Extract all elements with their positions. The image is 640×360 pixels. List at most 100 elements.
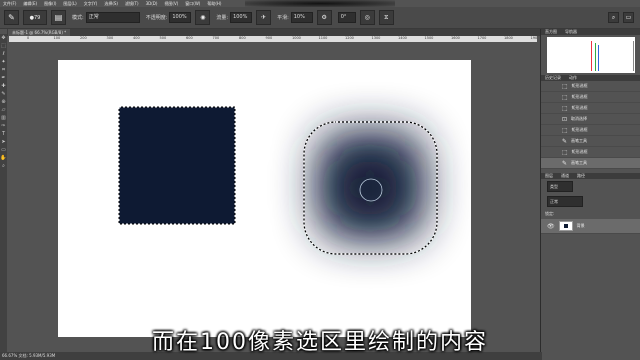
history-item[interactable]: ⬚ 矩形选框 — [541, 92, 640, 103]
history-item[interactable]: ✎ 画笔工具 — [541, 158, 640, 169]
symmetry-icon[interactable]: ⧖ — [378, 10, 394, 25]
menu-item[interactable]: 图像(I) — [44, 1, 56, 7]
airbrush-icon[interactable]: ✈ — [256, 10, 272, 25]
canvas-artwork — [118, 106, 438, 255]
menu-item[interactable]: 文字(Y) — [84, 1, 98, 7]
history-item[interactable]: ✎ 画笔工具 — [541, 136, 640, 147]
video-overlay-blur — [245, 0, 395, 7]
soft-brush-core — [340, 158, 400, 218]
flow-field[interactable]: 100% — [230, 12, 253, 23]
angle-field[interactable]: 0° — [337, 12, 356, 23]
hand-tool-icon[interactable]: ✋ — [0, 154, 7, 162]
document-tab[interactable]: 未标题-1 @ 66.7%(RGB/8) * — [8, 29, 71, 36]
marquee-tool-icon[interactable]: ⬚ — [0, 42, 7, 50]
ruler-tick-label: 1600 — [451, 36, 460, 40]
rect-select-icon: ⬚ — [562, 104, 568, 112]
quick-select-icon[interactable]: ✦ — [0, 58, 7, 66]
lasso-tool-icon[interactable]: ℓ — [0, 50, 7, 58]
menu-item[interactable]: 编辑(E) — [23, 1, 37, 7]
ruler-tick-label: 0 — [27, 36, 30, 40]
histogram-red-spike — [591, 41, 592, 71]
histogram-white-spike — [633, 41, 635, 71]
shape-tool-icon[interactable]: ▭ — [0, 146, 7, 154]
move-tool-icon[interactable]: ✥ — [0, 34, 7, 42]
gradient-icon[interactable]: ▥ — [0, 114, 7, 122]
menu-item[interactable]: 文件(F) — [3, 1, 16, 7]
history-item-label: 矩形选框 — [571, 127, 588, 132]
ruler-tick-label: 900 — [265, 36, 273, 40]
smoothing-label: 平滑: — [277, 15, 289, 21]
menu-item[interactable]: 视图(V) — [164, 1, 178, 7]
crop-tool-icon[interactable]: ⌗ — [0, 66, 7, 74]
brush-icon: ✎ — [562, 159, 568, 167]
ruler-tick-label: 1400 — [398, 36, 407, 40]
tab-channels[interactable]: 通道 — [561, 173, 569, 179]
history-item[interactable]: ⬚ 矩形选框 — [541, 103, 640, 114]
eyedropper-icon[interactable]: ✒ — [0, 74, 7, 82]
history-item[interactable]: ⬚ 矩形选框 — [541, 147, 640, 158]
history-item-label: 矩形选框 — [571, 94, 588, 99]
menu-item[interactable]: 图层(L) — [63, 1, 76, 7]
brush-settings-icon[interactable]: ▤ — [51, 10, 66, 25]
ruler-tick-label: 800 — [239, 36, 246, 40]
ruler-tick-label: 500 — [159, 36, 167, 40]
opacity-field[interactable]: 100% — [169, 12, 192, 23]
histogram-blue-spike — [598, 45, 600, 71]
ruler-top: 0 100 200 300 400 500 600 700 800 900 1000 1100 1200… — [9, 36, 537, 42]
histogram-green-spike — [594, 43, 596, 71]
menu-item[interactable]: 3D(D) — [146, 1, 158, 6]
brush-tool-icon[interactable]: ✎ — [4, 10, 19, 25]
history-item-label: 矩形选框 — [571, 105, 588, 110]
rect-select-icon: ⬚ — [562, 148, 568, 156]
clone-stamp-icon[interactable]: ⊕ — [0, 98, 7, 106]
ruler-tick-label: 1700 — [477, 36, 487, 40]
history-item-label: 画笔工具 — [571, 160, 588, 165]
ruler-tick-label: 700 — [212, 36, 220, 40]
filled-square — [119, 107, 235, 224]
tab-histogram[interactable]: 直方图 — [545, 29, 557, 35]
document-canvas[interactable] — [58, 60, 471, 337]
rect-select-icon: ⬚ — [562, 82, 568, 90]
pressure-size-icon[interactable]: ◎ — [359, 10, 375, 25]
ruler-tick-label: 1500 — [424, 36, 434, 40]
history-item-label: 取消选择 — [571, 116, 588, 121]
ruler-tick-label: 600 — [186, 36, 193, 40]
layer-blend-select[interactable]: 正常 — [547, 196, 583, 207]
history-item[interactable]: ⬚ 矩形选框 — [541, 81, 640, 92]
ruler-tick-label: 1000 — [292, 36, 301, 40]
tab-history[interactable]: 历史记录 — [545, 75, 561, 81]
ruler-tick-label: 1300 — [371, 36, 381, 40]
menu-item[interactable]: 帮助(H) — [207, 1, 221, 7]
mode-label: 模式: — [72, 15, 84, 21]
mode-select[interactable]: 正常 — [85, 12, 140, 23]
pen-tool-icon[interactable]: ✑ — [0, 122, 7, 130]
workspace-icon[interactable]: ▭ — [623, 12, 634, 23]
menu-item[interactable]: 窗口(W) — [185, 1, 200, 7]
zoom-tool-icon[interactable]: ⌕ — [0, 162, 7, 170]
path-select-icon[interactable]: ➤ — [0, 138, 7, 146]
layer-name: 背景 — [576, 223, 585, 228]
eye-icon[interactable]: 👁 — [547, 223, 555, 230]
tab-actions[interactable]: 动作 — [569, 75, 577, 81]
options-bar: ✎ ● 79 ▤ 模式: 正常 不透明度: 100% ◉ 流量: 100% ✈ … — [0, 7, 640, 29]
healing-brush-icon[interactable]: ✚ — [0, 82, 7, 90]
layer-kind-select[interactable]: 类型 — [547, 181, 573, 192]
layer-row[interactable]: 👁 背景 — [541, 219, 640, 234]
pressure-opacity-icon[interactable]: ◉ — [195, 10, 211, 25]
search-icon[interactable]: ⌕ — [608, 12, 619, 23]
tab-layers[interactable]: 图层 — [545, 173, 553, 179]
menu-item[interactable]: 滤镜(T) — [125, 1, 139, 7]
smoothing-settings-icon[interactable]: ⚙ — [316, 10, 332, 25]
type-tool-icon[interactable]: T — [0, 130, 7, 138]
smoothing-field[interactable]: 10% — [290, 12, 313, 23]
histogram-chart — [547, 37, 635, 73]
history-item[interactable]: ⊡ 取消选择 — [541, 114, 640, 125]
brush-tool-sidebar-icon[interactable]: ✎ — [0, 90, 7, 98]
tab-paths[interactable]: 路径 — [577, 173, 585, 179]
brush-preset-picker[interactable]: ● 79 — [23, 10, 47, 25]
history-item[interactable]: ⬚ 矩形选框 — [541, 125, 640, 136]
menu-item[interactable]: 选择(S) — [104, 1, 118, 7]
tab-navigator[interactable]: 导航器 — [565, 29, 577, 35]
eraser-icon[interactable]: ▱ — [0, 106, 7, 114]
ruler-tick-label: 100 — [53, 36, 61, 40]
